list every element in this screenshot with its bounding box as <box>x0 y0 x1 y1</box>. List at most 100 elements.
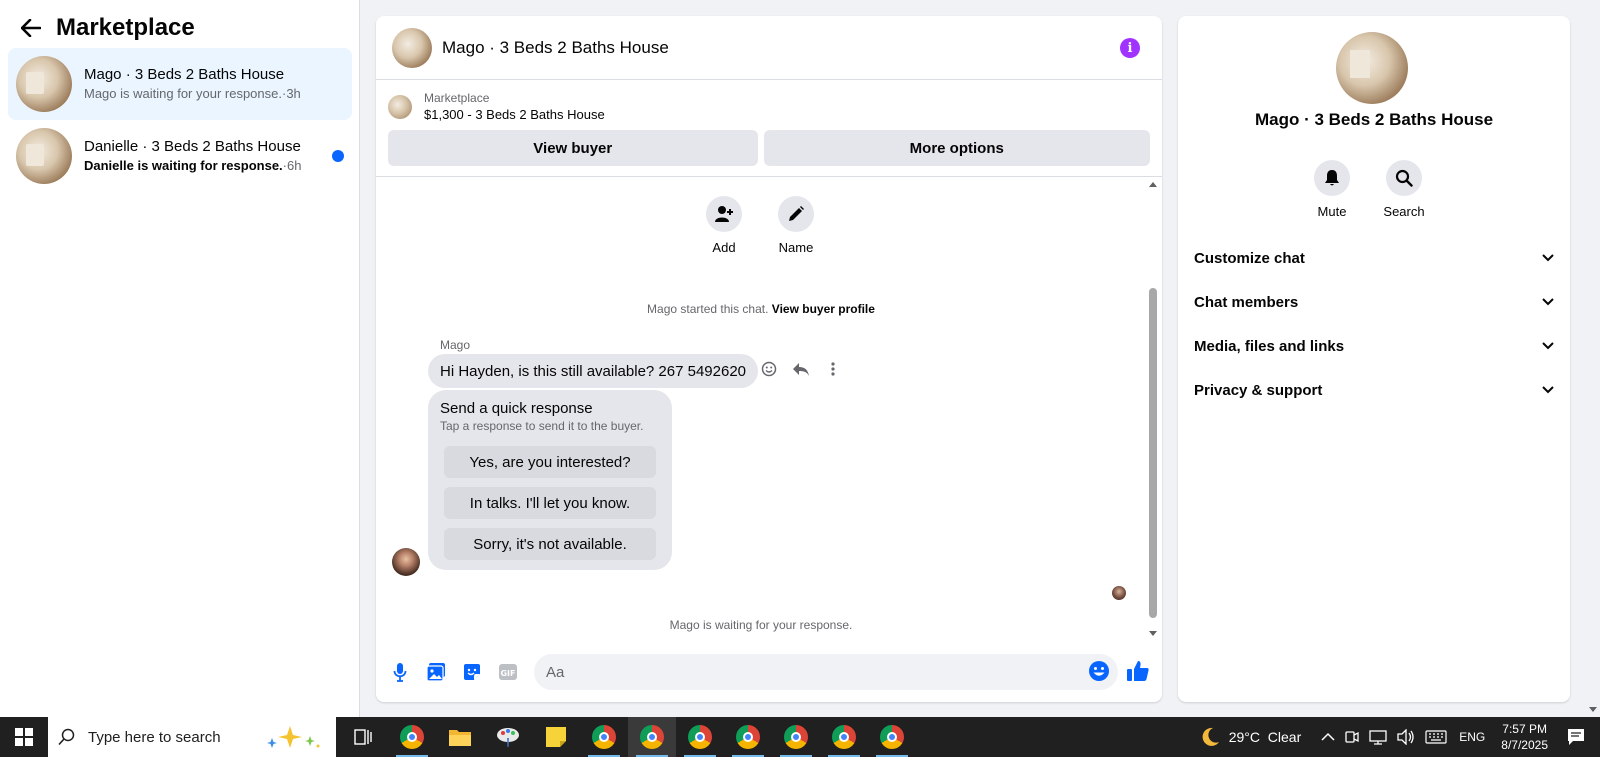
chrome-active-app-icon[interactable] <box>628 717 676 757</box>
view-buyer-button[interactable]: View buyer <box>388 130 758 166</box>
scroll-down-arrow[interactable] <box>1149 631 1157 636</box>
photo-gallery-icon[interactable] <box>424 660 448 684</box>
sender-avatar[interactable] <box>392 548 420 576</box>
name-label: Name <box>778 240 814 255</box>
paint-app-icon[interactable] <box>484 717 532 757</box>
svg-text:GIF: GIF <box>500 669 515 678</box>
input-language[interactable]: ENG <box>1459 730 1485 744</box>
accordion-chat-members[interactable]: Chat members <box>1178 280 1570 324</box>
notification-center-icon[interactable] <box>1566 727 1586 747</box>
chat-title[interactable]: Mago · 3 Beds 2 Baths House <box>442 38 669 58</box>
react-emoji-icon[interactable] <box>760 360 778 378</box>
system-clock[interactable]: 7:57 PM 8/7/2025 <box>1501 721 1548 753</box>
weather-widget[interactable]: 29°C Clear <box>1199 726 1302 748</box>
search-icon[interactable] <box>1386 160 1422 196</box>
thumbs-up-icon[interactable] <box>1126 660 1152 684</box>
microphone-icon[interactable] <box>388 660 412 684</box>
message-composer: GIF <box>376 642 1162 702</box>
weather-condition: Clear <box>1267 729 1302 745</box>
network-icon[interactable] <box>1369 729 1387 745</box>
info-icon[interactable]: i <box>1120 38 1140 58</box>
quick-response-title: Send a quick response <box>440 400 593 417</box>
view-buyer-profile-link[interactable]: View buyer profile <box>772 302 875 316</box>
windows-start-icon[interactable] <box>0 717 48 757</box>
accordion-media-files-links[interactable]: Media, files and links <box>1178 324 1570 368</box>
conversation-name: Danielle · 3 Beds 2 Baths House <box>84 138 301 155</box>
accordion-privacy-support[interactable]: Privacy & support <box>1178 368 1570 412</box>
quick-response-subtitle: Tap a response to send it to the buyer. <box>440 419 644 433</box>
meeting-icon[interactable] <box>1345 729 1359 745</box>
quick-response-in-talks[interactable]: In talks. I'll let you know. <box>444 487 656 519</box>
conversation-sidebar: Marketplace Mago · 3 Beds 2 Baths House … <box>0 0 360 717</box>
message-tools <box>760 360 842 378</box>
taskbar-search[interactable] <box>48 717 336 757</box>
conversation-item-mago[interactable]: Mago · 3 Beds 2 Baths House Mago is wait… <box>8 48 352 120</box>
quick-response-yes[interactable]: Yes, are you interested? <box>444 446 656 478</box>
pencil-icon[interactable] <box>778 196 814 232</box>
accordion-customize-chat[interactable]: Customize chat <box>1178 236 1570 280</box>
reply-icon[interactable] <box>792 360 810 378</box>
listing-thumbnail[interactable] <box>388 95 412 119</box>
sparkle-icon <box>267 726 320 748</box>
chrome-profile-2-icon[interactable] <box>676 717 724 757</box>
conversation-name: Mago · 3 Beds 2 Baths House <box>84 66 285 83</box>
name-chat-action[interactable]: Name <box>778 196 814 255</box>
chevron-down-icon <box>1542 386 1554 394</box>
chrome-profile-5-icon[interactable] <box>820 717 868 757</box>
mute-action[interactable]: Mute <box>1314 160 1350 219</box>
task-view-icon[interactable] <box>340 717 388 757</box>
back-arrow-icon[interactable] <box>18 15 44 41</box>
message-bubble[interactable]: Hi Hayden, is this still available? 267 … <box>428 354 759 388</box>
sidebar-title: Marketplace <box>56 14 195 41</box>
moon-icon <box>1202 727 1219 746</box>
details-avatar[interactable] <box>1336 32 1408 104</box>
clock-time: 7:57 PM <box>1502 722 1547 736</box>
scroll-thumb[interactable] <box>1149 288 1157 618</box>
clock-date: 8/7/2025 <box>1501 738 1548 752</box>
conversation-item-danielle[interactable]: Danielle · 3 Beds 2 Baths House Danielle… <box>8 120 352 192</box>
add-people-action[interactable]: Add <box>706 196 742 255</box>
scroll-up-arrow[interactable] <box>1149 182 1157 187</box>
more-options-button[interactable]: More options <box>763 130 1150 166</box>
message-input[interactable] <box>534 654 1118 690</box>
quick-response-not-available[interactable]: Sorry, it's not available. <box>444 528 656 560</box>
file-explorer-icon[interactable] <box>436 717 484 757</box>
add-label: Add <box>712 240 736 255</box>
listing-label: Marketplace <box>424 91 490 105</box>
temperature: 29°C <box>1228 729 1261 745</box>
sticker-icon[interactable] <box>460 660 484 684</box>
volume-icon[interactable] <box>1397 729 1415 745</box>
bell-icon[interactable] <box>1314 160 1350 196</box>
search-icon <box>58 728 75 746</box>
chrome-profile-3-icon[interactable] <box>724 717 772 757</box>
details-name: Mago · 3 Beds 2 Baths House <box>1254 110 1494 129</box>
gif-icon[interactable]: GIF <box>496 660 520 684</box>
taskbar-search-input[interactable] <box>88 728 258 746</box>
add-person-icon[interactable] <box>706 196 742 232</box>
chevron-down-icon <box>1542 298 1554 306</box>
search-action[interactable]: Search <box>1383 160 1425 219</box>
page-scroll-down-arrow[interactable] <box>1589 707 1597 712</box>
more-vertical-icon[interactable] <box>824 360 842 378</box>
emoji-icon[interactable] <box>1088 660 1112 684</box>
chrome-profile-app-icon[interactable] <box>580 717 628 757</box>
search-label: Search <box>1383 204 1425 219</box>
conversation-time: ·6h <box>282 158 302 173</box>
chrome-app-icon[interactable] <box>388 717 436 757</box>
chrome-profile-6-icon[interactable] <box>868 717 916 757</box>
mute-label: Mute <box>1317 204 1347 219</box>
keyboard-icon[interactable] <box>1425 730 1447 744</box>
conversation-avatar <box>16 128 72 184</box>
unread-dot <box>332 150 344 162</box>
seen-receipt-avatar <box>1112 586 1126 600</box>
chevron-up-icon[interactable] <box>1321 732 1335 742</box>
chat-header: Mago · 3 Beds 2 Baths House i <box>376 16 1162 80</box>
chrome-profile-4-icon[interactable] <box>772 717 820 757</box>
chat-avatar[interactable] <box>392 27 432 68</box>
sticky-notes-icon[interactable] <box>532 717 580 757</box>
conversation-preview: Danielle is waiting for response.·6h <box>84 158 302 173</box>
taskbar-apps <box>340 717 916 757</box>
listing-price-title[interactable]: $1,300 - 3 Beds 2 Baths House <box>424 106 605 124</box>
message-scrollbar[interactable] <box>1148 180 1158 638</box>
chevron-down-icon <box>1542 342 1554 350</box>
